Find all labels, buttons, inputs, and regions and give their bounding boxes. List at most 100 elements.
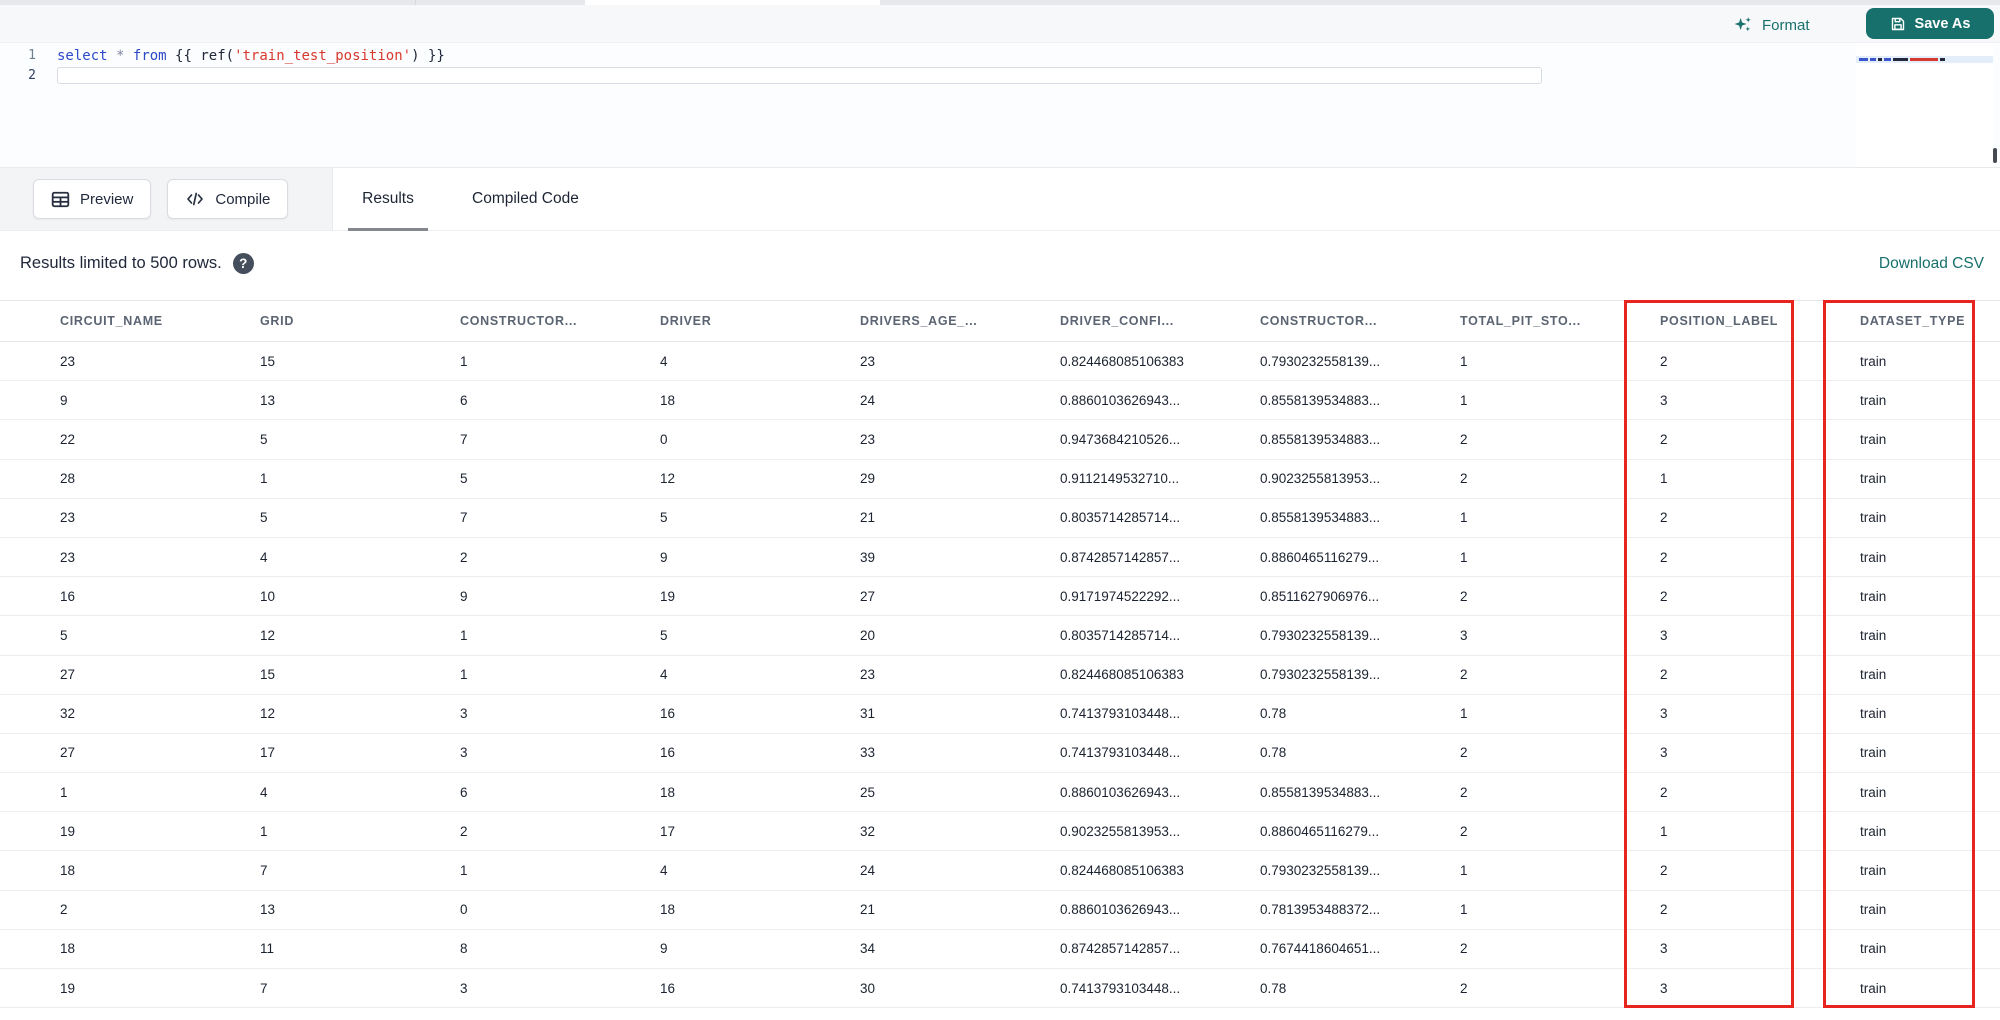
table-cell: 11 bbox=[200, 929, 400, 970]
table-cell: 0.8558139534883... bbox=[1200, 419, 1400, 460]
table-cell: 16 bbox=[0, 576, 200, 617]
table-cell: 9 bbox=[400, 576, 600, 617]
table-cell: 9 bbox=[600, 929, 800, 970]
table-cell: 0.9023255813953... bbox=[1000, 811, 1200, 852]
table-cell: 21 bbox=[800, 498, 1000, 538]
table-cell: 12 bbox=[200, 694, 400, 734]
table-cell: 5 bbox=[200, 419, 400, 460]
table-cell: 23 bbox=[800, 655, 1000, 695]
table-cell: train bbox=[1800, 811, 2000, 852]
table-cell: 12 bbox=[600, 459, 800, 499]
table-cell: 13 bbox=[200, 890, 400, 930]
table-cell: 6 bbox=[400, 772, 600, 813]
save-as-button[interactable]: Save As bbox=[1866, 8, 1994, 39]
preview-button[interactable]: Preview bbox=[33, 179, 152, 219]
tab-results[interactable]: Results bbox=[348, 168, 428, 231]
results-status-bar: Results limited to 500 rows. ? Download … bbox=[0, 231, 2000, 296]
table-cell: 0.78 bbox=[1200, 968, 1400, 1009]
table-cell: 1 bbox=[200, 459, 400, 499]
table-cell: train bbox=[1800, 850, 2000, 891]
table-cell: 29 bbox=[800, 459, 1000, 499]
code-line-1[interactable]: select * from {{ ref('train_test_positio… bbox=[57, 46, 445, 66]
results-tabs: Results Compiled Code bbox=[348, 168, 583, 231]
table-cell: 1 bbox=[1400, 498, 1600, 538]
table-cell: 1 bbox=[1400, 890, 1600, 930]
table-cell: 1 bbox=[400, 615, 600, 656]
table-cell: 23 bbox=[0, 341, 200, 382]
column-header: CONSTRUCTOR... bbox=[1200, 300, 1400, 342]
preview-label: Preview bbox=[80, 190, 134, 208]
table-cell: 2 bbox=[1600, 341, 1800, 382]
table-row: 1 4 6 18 25 0.8860103626943... 0.8558139534883… bbox=[0, 772, 2000, 813]
column-header: DRIVER_CONFI... bbox=[1000, 300, 1200, 342]
table-cell: 0.9171974522292... bbox=[1000, 576, 1200, 617]
table-cell: 3 bbox=[1600, 929, 1800, 970]
tab-compiled-code[interactable]: Compiled Code bbox=[468, 168, 583, 230]
table-cell: 2 bbox=[400, 537, 600, 578]
table-cell: 0.8860465116279... bbox=[1200, 811, 1400, 852]
table-cell: 5 bbox=[600, 615, 800, 656]
table-row: 5 12 1 5 20 0.8035714285714... 0.7930232558139… bbox=[0, 615, 2000, 656]
help-icon[interactable]: ? bbox=[232, 253, 254, 274]
table-cell: 7 bbox=[200, 850, 400, 891]
table-cell: train bbox=[1800, 341, 2000, 382]
table-cell: 24 bbox=[800, 380, 1000, 421]
table-cell: 0.8860103626943... bbox=[1000, 772, 1200, 813]
table-cell: 1 bbox=[200, 811, 400, 852]
table-row: 27 17 3 16 33 0.7413793103448... 0.78 2 3 train bbox=[0, 733, 2000, 774]
table-cell: 1 bbox=[1400, 341, 1600, 382]
table-cell: 28 bbox=[0, 459, 200, 499]
table-cell: 3 bbox=[400, 968, 600, 1009]
table-cell: 2 bbox=[400, 811, 600, 852]
table-cell: 39 bbox=[800, 537, 1000, 578]
table-cell: 4 bbox=[600, 655, 800, 695]
table-cell: 2 bbox=[1400, 459, 1600, 499]
column-header: POSITION_LABEL bbox=[1600, 300, 1800, 342]
table-cell: train bbox=[1800, 419, 2000, 460]
compile-button[interactable]: Compile bbox=[167, 179, 289, 219]
table-cell: 3 bbox=[1600, 380, 1800, 421]
save-icon bbox=[1890, 16, 1906, 32]
table-cell: train bbox=[1800, 537, 2000, 578]
table-cell: 1 bbox=[1600, 459, 1800, 499]
scrollbar-thumb[interactable] bbox=[1993, 148, 1997, 163]
table-cell: 7 bbox=[200, 968, 400, 1009]
table-cell: 23 bbox=[800, 341, 1000, 382]
sparkles-icon bbox=[1733, 15, 1753, 35]
table-cell: 3 bbox=[1600, 968, 1800, 1009]
download-csv-link[interactable]: Download CSV bbox=[1879, 231, 1984, 296]
table-cell: 31 bbox=[800, 694, 1000, 734]
table-cell: 17 bbox=[600, 811, 800, 852]
table-row: 16 10 9 19 27 0.9171974522292... 0.85116279069… bbox=[0, 576, 2000, 617]
table-cell: 3 bbox=[1600, 615, 1800, 656]
table-row: 22 5 7 0 23 0.9473684210526... 0.8558139534883… bbox=[0, 419, 2000, 460]
table-cell: 16 bbox=[600, 694, 800, 734]
table-cell: 0.8742857142857... bbox=[1000, 537, 1200, 578]
table-cell: 2 bbox=[1400, 929, 1600, 970]
table-cell: 5 bbox=[200, 498, 400, 538]
table-cell: 27 bbox=[0, 733, 200, 774]
table-cell: 20 bbox=[800, 615, 1000, 656]
table-cell: 21 bbox=[800, 890, 1000, 930]
table-cell: 1 bbox=[1600, 811, 1800, 852]
table-cell: 32 bbox=[0, 694, 200, 734]
table-cell: 1 bbox=[0, 772, 200, 813]
table-cell: 0.8035714285714... bbox=[1000, 498, 1200, 538]
table-cell: 9 bbox=[0, 380, 200, 421]
format-button[interactable]: Format bbox=[1733, 12, 1810, 38]
table-cell: 2 bbox=[1600, 576, 1800, 617]
table-cell: train bbox=[1800, 968, 2000, 1009]
table-cell: 13 bbox=[200, 380, 400, 421]
minimap-code-line bbox=[1859, 58, 1945, 61]
line-number-2: 2 bbox=[28, 68, 36, 83]
table-cell: 5 bbox=[0, 615, 200, 656]
table-cell: 2 bbox=[1400, 968, 1600, 1009]
table-cell: 18 bbox=[600, 380, 800, 421]
table-cell: 3 bbox=[400, 733, 600, 774]
code-token: }} bbox=[427, 48, 445, 64]
table-cell: 0.78 bbox=[1200, 694, 1400, 734]
editor-minimap[interactable] bbox=[1856, 43, 1993, 167]
table-cell: 0.7413793103448... bbox=[1000, 694, 1200, 734]
code-editor[interactable]: Format Save As 1 2 select * from {{ ref(… bbox=[0, 5, 2000, 167]
